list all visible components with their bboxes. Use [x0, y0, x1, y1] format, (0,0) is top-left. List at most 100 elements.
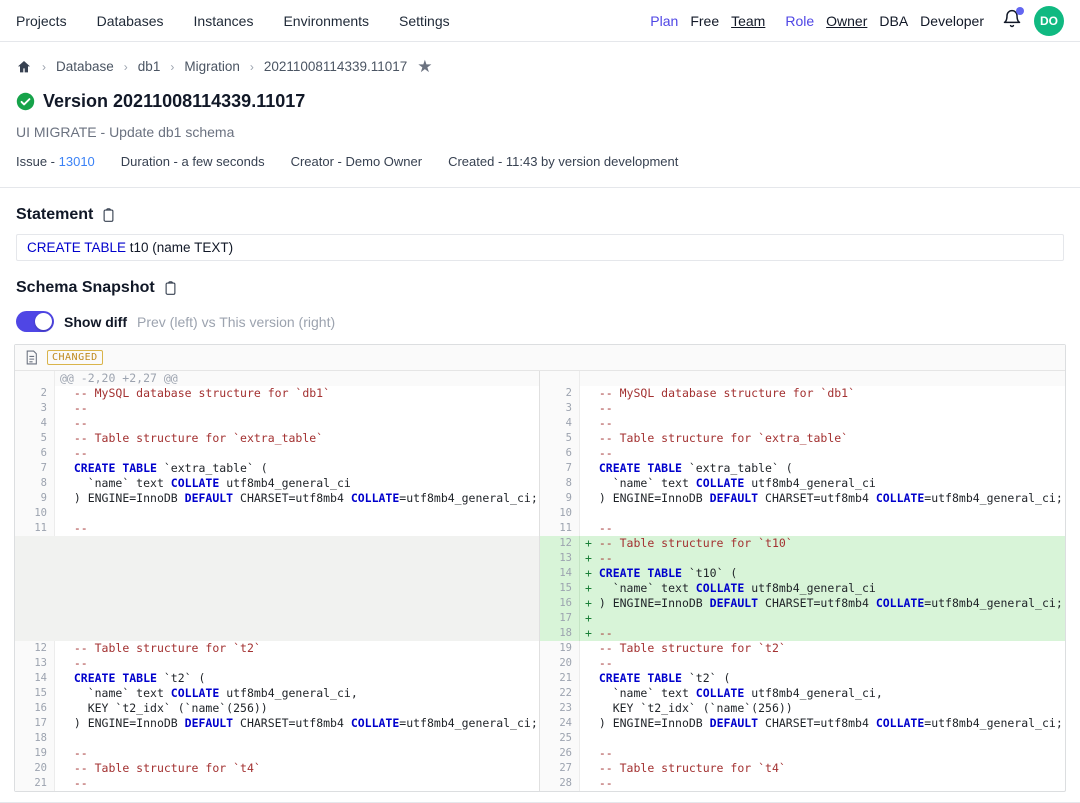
line-number: 5 — [540, 431, 580, 446]
line-number: 13 — [540, 551, 580, 566]
diff-collapsed-gap — [15, 536, 539, 641]
breadcrumb-migration[interactable]: Migration — [184, 59, 240, 74]
diff-line: 3 -- — [15, 401, 539, 416]
line-content: -- MySQL database structure for `db1` — [580, 386, 1065, 401]
file-icon — [25, 350, 38, 365]
diff-line: 13+ -- — [540, 551, 1065, 566]
line-number: 2 — [15, 386, 55, 401]
line-content: `name` text COLLATE utf8mb4_general_ci, — [580, 686, 1065, 701]
diff-left-column: @@ -2,20 +2,27 @@2 -- MySQL database str… — [15, 371, 540, 791]
nav-environments[interactable]: Environments — [283, 13, 369, 29]
diff-line: 14 CREATE TABLE `t2` ( — [15, 671, 539, 686]
line-number: 14 — [540, 566, 580, 581]
line-content: ) ENGINE=InnoDB DEFAULT CHARSET=utf8mb4 … — [55, 491, 539, 506]
line-number: 27 — [540, 761, 580, 776]
breadcrumb-version[interactable]: 20211008114339.11017 — [264, 59, 407, 74]
diff-line: 5 -- Table structure for `extra_table` — [15, 431, 539, 446]
line-number: 5 — [15, 431, 55, 446]
home-icon[interactable] — [16, 59, 32, 75]
line-content: KEY `t2_idx` (`name`(256)) — [55, 701, 539, 716]
diff-body: @@ -2,20 +2,27 @@2 -- MySQL database str… — [15, 371, 1065, 791]
line-number: 6 — [15, 446, 55, 461]
line-content: CREATE TABLE `t2` ( — [55, 671, 539, 686]
line-content: + `name` text COLLATE utf8mb4_general_ci — [580, 581, 1065, 596]
line-content: -- — [55, 746, 539, 761]
issue-link[interactable]: 13010 — [59, 154, 95, 169]
role-developer-link[interactable]: Developer — [920, 13, 984, 29]
changed-badge: CHANGED — [47, 350, 103, 365]
diff-line: 7 CREATE TABLE `extra_table` ( — [540, 461, 1065, 476]
diff-blank-row — [540, 371, 1065, 386]
nav-settings[interactable]: Settings — [399, 13, 450, 29]
copy-statement-icon[interactable] — [101, 207, 116, 223]
line-content: + ) ENGINE=InnoDB DEFAULT CHARSET=utf8mb… — [580, 596, 1065, 611]
star-icon[interactable]: ★ — [417, 58, 432, 75]
line-content — [580, 506, 1065, 521]
line-content: -- — [55, 416, 539, 431]
creator-field: Creator - Demo Owner — [291, 154, 422, 169]
line-number: 14 — [15, 671, 55, 686]
diff-line: 16 KEY `t2_idx` (`name`(256)) — [15, 701, 539, 716]
show-diff-label: Show diff — [64, 314, 127, 330]
role-owner-link[interactable]: Owner — [826, 13, 867, 29]
line-number: 3 — [540, 401, 580, 416]
line-number: 12 — [540, 536, 580, 551]
line-content: CREATE TABLE `extra_table` ( — [55, 461, 539, 476]
line-number: 23 — [540, 701, 580, 716]
diff-line: 8 `name` text COLLATE utf8mb4_general_ci — [15, 476, 539, 491]
statement-sql: CREATE TABLE t10 (name TEXT) — [16, 234, 1064, 261]
diff-line: 18 — [15, 731, 539, 746]
role-dba-link[interactable]: DBA — [879, 13, 908, 29]
line-number: 16 — [540, 596, 580, 611]
diff-line: 23 KEY `t2_idx` (`name`(256)) — [540, 701, 1065, 716]
diff-line: 15 `name` text COLLATE utf8mb4_general_c… — [15, 686, 539, 701]
line-number: 21 — [540, 671, 580, 686]
diff-line: 12+ -- Table structure for `t10` — [540, 536, 1065, 551]
top-navbar: Projects Databases Instances Environment… — [0, 0, 1080, 42]
diff-line: 10 — [540, 506, 1065, 521]
diff-line: 5 -- Table structure for `extra_table` — [540, 431, 1065, 446]
line-content: CREATE TABLE `t2` ( — [580, 671, 1065, 686]
line-content: -- — [55, 401, 539, 416]
diff-header: CHANGED — [15, 345, 1065, 371]
plan-label: Plan — [650, 13, 678, 29]
plan-team-link[interactable]: Team — [731, 13, 765, 29]
line-content: -- — [580, 521, 1065, 536]
diff-line: 22 `name` text COLLATE utf8mb4_general_c… — [540, 686, 1065, 701]
snapshot-section-header: Schema Snapshot — [0, 261, 1080, 297]
breadcrumb-separator: › — [42, 60, 46, 74]
diff-line: 20 -- Table structure for `t4` — [15, 761, 539, 776]
copy-snapshot-icon[interactable] — [163, 280, 178, 296]
diff-line: 17+ — [540, 611, 1065, 626]
breadcrumb-database[interactable]: Database — [56, 59, 114, 74]
diff-line: 7 CREATE TABLE `extra_table` ( — [15, 461, 539, 476]
line-number: 26 — [540, 746, 580, 761]
diff-line: 16+ ) ENGINE=InnoDB DEFAULT CHARSET=utf8… — [540, 596, 1065, 611]
breadcrumb-separator: › — [124, 60, 128, 74]
diff-line: 25 — [540, 731, 1065, 746]
line-content: -- Table structure for `extra_table` — [580, 431, 1065, 446]
show-diff-toggle[interactable] — [16, 311, 54, 332]
line-content: ) ENGINE=InnoDB DEFAULT CHARSET=utf8mb4 … — [580, 491, 1065, 506]
nav-projects[interactable]: Projects — [16, 13, 67, 29]
line-number: 6 — [540, 446, 580, 461]
line-content: -- — [55, 656, 539, 671]
line-number: 7 — [540, 461, 580, 476]
notification-bell-button[interactable] — [1002, 9, 1022, 32]
diff-line: 11 -- — [540, 521, 1065, 536]
line-content: -- — [55, 521, 539, 536]
avatar[interactable]: DO — [1034, 6, 1064, 36]
breadcrumb-db1[interactable]: db1 — [138, 59, 161, 74]
line-number: 8 — [15, 476, 55, 491]
diff-line: 18+ -- — [540, 626, 1065, 641]
show-diff-hint: Prev (left) vs This version (right) — [137, 314, 335, 330]
line-content: -- MySQL database structure for `db1` — [55, 386, 539, 401]
nav-databases[interactable]: Databases — [97, 13, 164, 29]
line-content: KEY `t2_idx` (`name`(256)) — [580, 701, 1065, 716]
bell-icon — [1002, 16, 1022, 32]
toggle-knob — [35, 313, 52, 330]
plan-value: Free — [690, 13, 719, 29]
line-content: -- Table structure for `extra_table` — [55, 431, 539, 446]
nav-instances[interactable]: Instances — [194, 13, 254, 29]
line-number: 24 — [540, 716, 580, 731]
